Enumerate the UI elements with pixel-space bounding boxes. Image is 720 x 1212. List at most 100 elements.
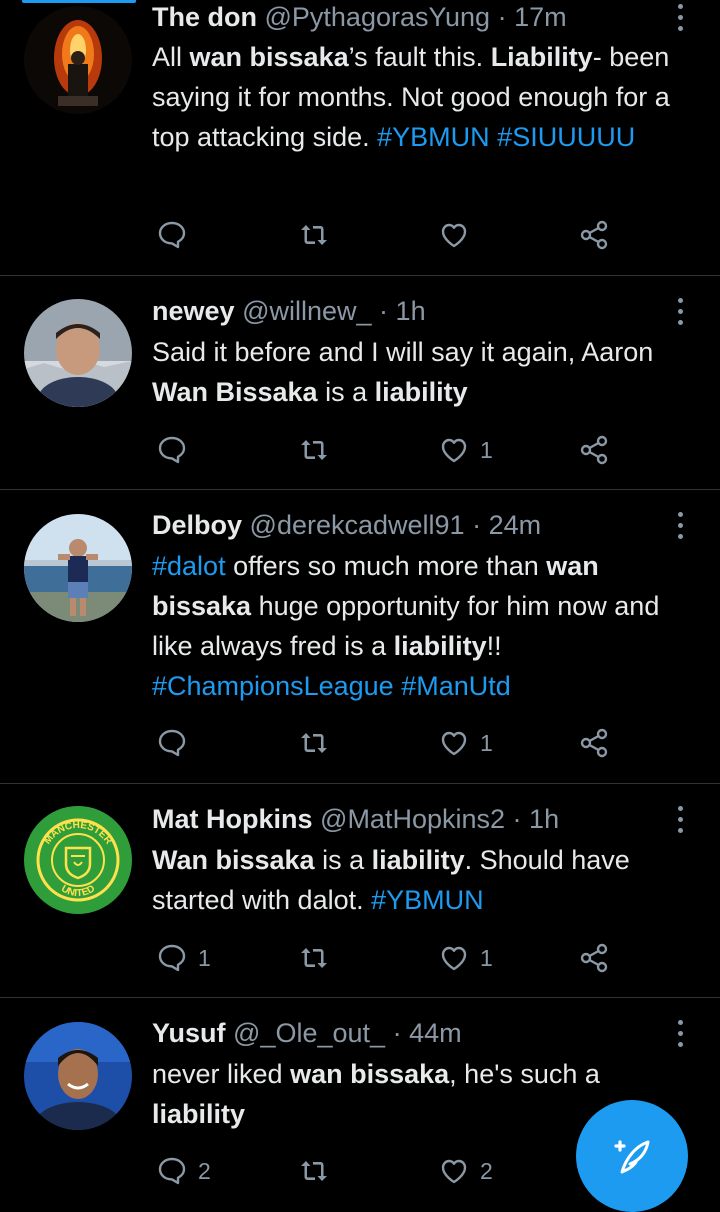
reply-icon bbox=[158, 436, 186, 464]
tweet[interactable]: MANCHESTER UNITED Mat Hopkins @MatHopkin… bbox=[0, 784, 720, 998]
more-options-icon[interactable] bbox=[670, 508, 690, 542]
timestamp[interactable]: 17m bbox=[514, 2, 567, 32]
user-handle[interactable]: @_Ole_out_ bbox=[233, 1018, 385, 1048]
highlighted-keyword: liability bbox=[393, 631, 487, 661]
retweet-button[interactable] bbox=[298, 938, 340, 978]
user-handle[interactable]: @MatHopkins2 bbox=[320, 804, 505, 834]
person-seaside-avatar-image bbox=[24, 514, 132, 622]
retweet-button[interactable] bbox=[298, 430, 340, 470]
like-button[interactable] bbox=[438, 215, 480, 255]
text-segment: Said it before and I will say it again, … bbox=[152, 337, 654, 367]
display-name[interactable]: Yusuf bbox=[152, 1018, 226, 1048]
text-segment: ’s fault this. bbox=[348, 42, 491, 72]
more-options-icon[interactable] bbox=[670, 294, 690, 328]
compose-tweet-button[interactable] bbox=[576, 1100, 688, 1212]
retweet-icon bbox=[301, 440, 327, 460]
retweet-icon bbox=[301, 225, 327, 245]
display-name[interactable]: Mat Hopkins bbox=[152, 804, 313, 834]
reply-button[interactable] bbox=[156, 723, 198, 763]
like-button[interactable]: 1 bbox=[438, 938, 493, 978]
reply-button[interactable] bbox=[156, 215, 198, 255]
timestamp[interactable]: 44m bbox=[409, 1018, 462, 1048]
person-photo-avatar-image bbox=[24, 299, 132, 407]
compose-tweet-icon bbox=[614, 1140, 650, 1174]
tweet-actions: 1 bbox=[152, 723, 622, 763]
hashtag-link[interactable]: #ChampionsLeague bbox=[152, 671, 394, 701]
display-name[interactable]: The don bbox=[152, 2, 257, 32]
like-button[interactable]: 2 bbox=[438, 1151, 493, 1191]
retweet-button[interactable] bbox=[298, 723, 340, 763]
retweet-icon bbox=[301, 948, 327, 968]
share-button[interactable] bbox=[578, 430, 610, 470]
more-options-icon[interactable] bbox=[670, 802, 690, 836]
hashtag-link[interactable]: #ManUtd bbox=[401, 671, 511, 701]
text-segment: offers so much more than bbox=[225, 551, 547, 581]
reply-count: 1 bbox=[198, 944, 211, 971]
highlighted-keyword: liability bbox=[152, 1099, 246, 1129]
tweet-actions: 2 2 bbox=[152, 1151, 622, 1191]
hashtag-link[interactable]: #YBMUN bbox=[377, 122, 490, 152]
fire-figure-avatar-image bbox=[24, 6, 132, 114]
reply-button[interactable]: 2 bbox=[156, 1151, 211, 1191]
timestamp[interactable]: 1h bbox=[529, 804, 559, 834]
text-segment: never liked bbox=[152, 1059, 291, 1089]
user-handle[interactable]: @derekcadwell91 bbox=[250, 510, 465, 540]
text-segment: is a bbox=[314, 845, 372, 875]
manchester-united-badge-avatar-image: MANCHESTER UNITED bbox=[24, 806, 132, 914]
heart-icon bbox=[441, 731, 467, 756]
user-handle[interactable]: @PythagorasYung bbox=[265, 2, 491, 32]
retweet-button[interactable] bbox=[298, 1151, 340, 1191]
reply-icon bbox=[158, 1157, 186, 1185]
like-button[interactable]: 1 bbox=[438, 430, 493, 470]
tweet[interactable]: newey @willnew_ · 1h Said it before and … bbox=[0, 275, 720, 490]
share-icon bbox=[580, 435, 608, 465]
avatar[interactable]: MANCHESTER UNITED bbox=[24, 806, 132, 914]
hashtag-link[interactable]: #dalot bbox=[152, 551, 226, 581]
heart-icon bbox=[441, 438, 467, 463]
more-options-icon[interactable] bbox=[670, 0, 690, 34]
user-handle[interactable]: @willnew_ bbox=[242, 296, 371, 326]
heart-icon bbox=[441, 223, 467, 248]
reply-icon bbox=[158, 221, 186, 249]
tweet-text: Wan bissaka is a liability. Should have … bbox=[152, 840, 680, 920]
highlighted-keyword: liability bbox=[371, 845, 465, 875]
hashtag-link[interactable]: #YBMUN bbox=[371, 885, 484, 915]
like-count: 1 bbox=[480, 729, 493, 756]
hashtag-link[interactable]: #SIUUUUU bbox=[497, 122, 635, 152]
tweet[interactable]: Delboy @derekcadwell91 · 24m #dalot offe… bbox=[0, 490, 720, 784]
tweet[interactable]: The don @PythagorasYung · 17m All wan bi… bbox=[0, 0, 720, 276]
like-count: 1 bbox=[480, 944, 493, 971]
separator-dot: · bbox=[512, 804, 522, 834]
reply-button[interactable] bbox=[156, 430, 198, 470]
timestamp[interactable]: 1h bbox=[396, 296, 426, 326]
like-button[interactable]: 1 bbox=[438, 723, 493, 763]
tweet-header: Mat Hopkins @MatHopkins2 · 1h bbox=[152, 802, 660, 836]
tweet-text: Said it before and I will say it again, … bbox=[152, 332, 680, 412]
display-name[interactable]: newey bbox=[152, 296, 235, 326]
reply-icon bbox=[158, 729, 186, 757]
reply-button[interactable]: 1 bbox=[156, 938, 211, 978]
tweet-text: All wan bissaka’s fault this. Liability-… bbox=[152, 37, 680, 157]
reply-icon bbox=[158, 944, 186, 972]
avatar[interactable] bbox=[24, 6, 132, 114]
share-button[interactable] bbox=[578, 723, 610, 763]
display-name[interactable]: Delboy bbox=[152, 510, 242, 540]
text-segment: is a bbox=[317, 377, 375, 407]
tweet-text: never liked wan bissaka, he's such a lia… bbox=[152, 1054, 610, 1134]
share-icon bbox=[580, 943, 608, 973]
more-options-icon[interactable] bbox=[670, 1016, 690, 1050]
retweet-icon bbox=[301, 1161, 327, 1181]
avatar[interactable] bbox=[24, 299, 132, 407]
timestamp[interactable]: 24m bbox=[489, 510, 542, 540]
tweet-actions: 1 bbox=[152, 430, 622, 470]
retweet-button[interactable] bbox=[298, 215, 340, 255]
share-button[interactable] bbox=[578, 938, 610, 978]
retweet-icon bbox=[301, 733, 327, 753]
text-segment: , he's such a bbox=[449, 1059, 600, 1089]
tweet-header: Delboy @derekcadwell91 · 24m bbox=[152, 508, 660, 542]
like-count: 2 bbox=[480, 1157, 493, 1184]
share-button[interactable] bbox=[578, 215, 610, 255]
share-icon bbox=[580, 220, 608, 250]
avatar[interactable] bbox=[24, 514, 132, 622]
avatar[interactable] bbox=[24, 1022, 132, 1130]
